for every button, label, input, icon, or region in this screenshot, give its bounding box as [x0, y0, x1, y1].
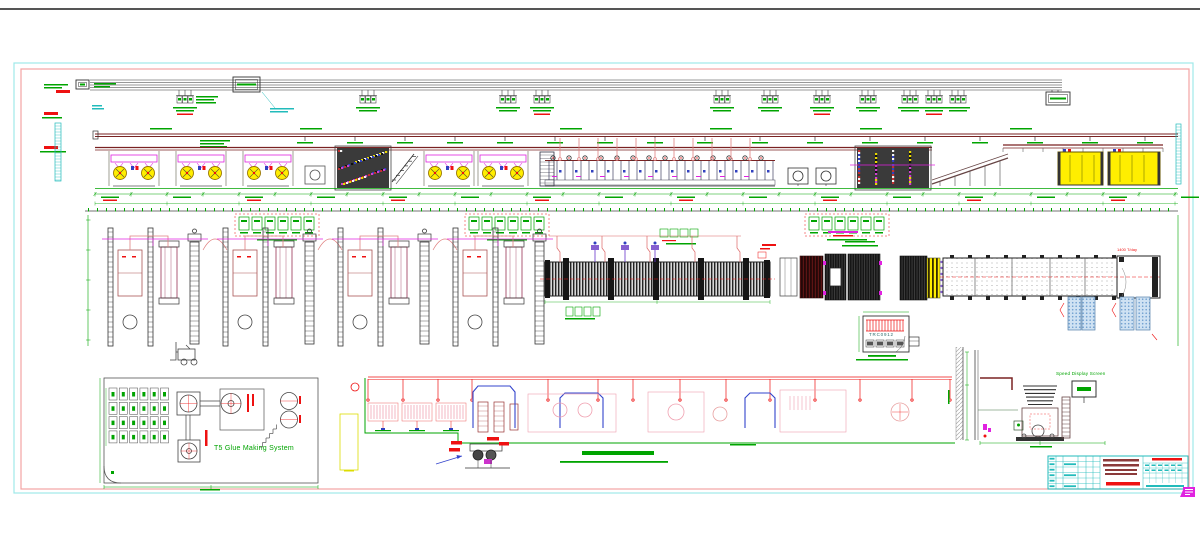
drawing-layer [0, 0, 1200, 557]
capacity-note: 1400 T/day [1117, 248, 1137, 252]
speed-display-title: Speed Display Screen [1056, 372, 1105, 377]
control-box-code: TRC0912 [869, 333, 894, 338]
cad-viewport[interactable]: T5 Glue Making System Speed Display Scre… [0, 0, 1200, 557]
glue-system-title: T5 Glue Making System [214, 445, 294, 452]
